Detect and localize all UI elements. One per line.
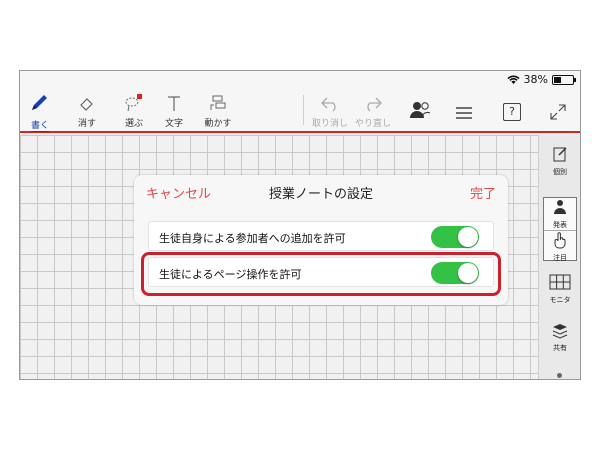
undo-button[interactable]: 取り消し: [310, 91, 350, 131]
erase-tool-button[interactable]: 消す: [67, 91, 107, 131]
hand-pointer-icon: [544, 231, 576, 253]
write-tool-button[interactable]: 書く: [20, 91, 60, 132]
battery-icon: [552, 74, 576, 85]
toolbar: 書く 消す 選ぶ 文字 動かす 取り消し やり直し ?: [20, 89, 580, 133]
tablet-screen: 38% 書く 消す 選ぶ 文字 動かす 取り消し やり直し ? 個別 発表 注目…: [19, 70, 581, 380]
setting-row-allow-self-add: 生徒自身による参加者への追加を許可: [148, 221, 494, 251]
status-bar: 38%: [20, 71, 580, 89]
participants-icon: [400, 91, 440, 121]
done-button[interactable]: 完了: [470, 183, 496, 202]
dialog-title: 授業ノートの設定: [268, 187, 373, 202]
present-button[interactable]: 発表: [544, 198, 576, 230]
pen-icon: [20, 91, 60, 113]
text-icon: [154, 91, 194, 113]
help-button[interactable]: ?: [492, 91, 532, 131]
participants-button[interactable]: [400, 91, 440, 131]
eraser-icon: [67, 91, 107, 113]
dialog-header: キャンセル 授業ノートの設定 完了: [134, 175, 508, 205]
monitor-grid-icon: [543, 273, 577, 295]
expand-icon: [538, 91, 578, 121]
expand-button[interactable]: [538, 91, 578, 131]
battery-percent: 38%: [523, 73, 548, 86]
right-sidebar: 個別 発表 注目 モニタ 共有: [538, 135, 580, 379]
share-button[interactable]: 共有: [543, 321, 577, 353]
redo-icon: [353, 91, 393, 113]
lasso-icon: [114, 91, 154, 113]
move-tool-button[interactable]: 動かす: [198, 91, 238, 131]
individual-icon: [543, 145, 577, 167]
monitor-button[interactable]: モニタ: [543, 273, 577, 305]
move-icon: [198, 91, 238, 113]
individual-button[interactable]: 個別: [543, 145, 577, 177]
toggle-knob: [458, 227, 478, 247]
page-indicator-dot: [557, 373, 562, 378]
allow-self-add-toggle[interactable]: [431, 226, 479, 248]
toolbar-divider: [303, 95, 304, 125]
present-icon: [544, 198, 576, 220]
menu-button[interactable]: [444, 91, 484, 131]
wifi-icon: [506, 75, 520, 85]
share-layers-icon: [543, 321, 577, 343]
setting-label: 生徒自身による参加者への追加を許可: [159, 232, 346, 245]
text-tool-button[interactable]: 文字: [154, 91, 194, 131]
select-tool-button[interactable]: 選ぶ: [114, 91, 154, 131]
highlight-frame: [141, 252, 501, 296]
hamburger-icon: [444, 91, 484, 121]
attention-button[interactable]: 注目: [544, 230, 576, 263]
present-attention-group: 発表 注目: [543, 197, 577, 263]
help-icon: ?: [503, 103, 521, 121]
redo-button[interactable]: やり直し: [353, 91, 393, 131]
undo-icon: [310, 91, 350, 113]
